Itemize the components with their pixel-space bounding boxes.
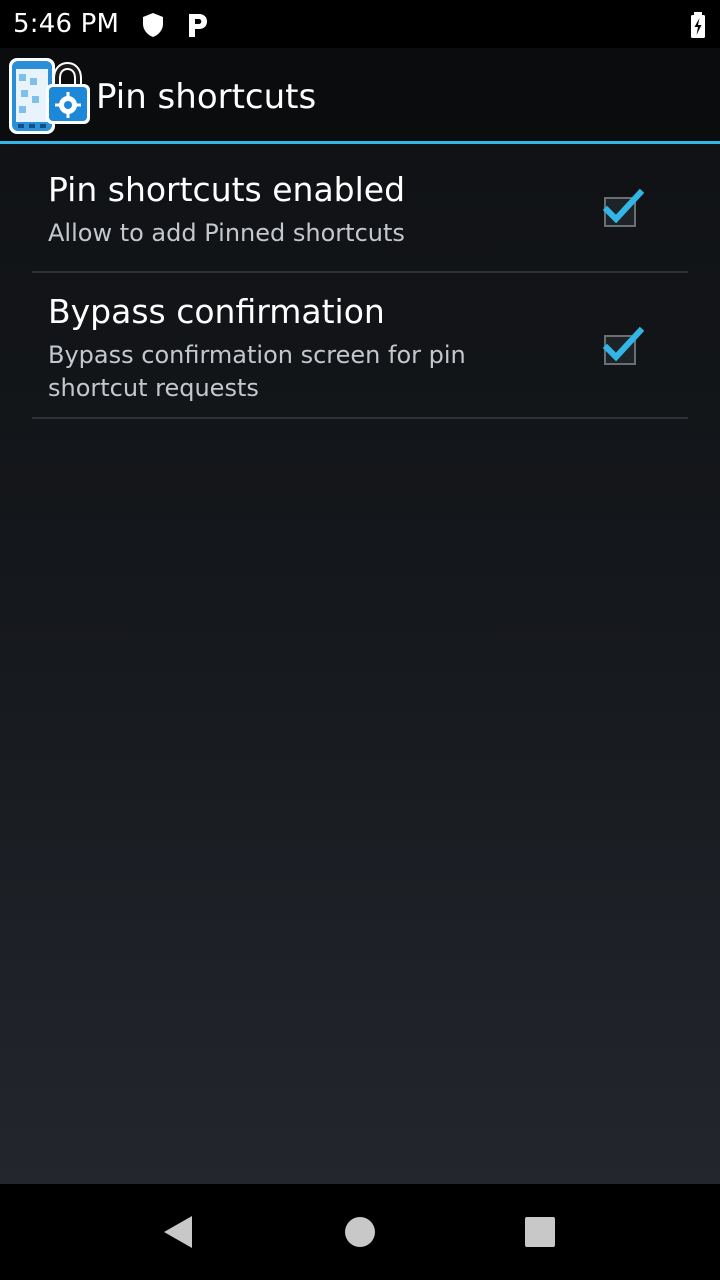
status-time: 5:46 PM — [13, 9, 120, 39]
pref-title: Pin shortcuts enabled — [48, 170, 406, 209]
pref-title: Bypass confirmation — [48, 292, 385, 331]
page-title: Pin shortcuts — [96, 77, 317, 117]
pin-shortcuts-enabled-checkbox[interactable] — [598, 186, 644, 232]
back-icon[interactable] — [148, 1202, 208, 1262]
shield-icon — [138, 10, 168, 40]
pref-summary: Bypass confirmation screen for pin short… — [48, 341, 466, 402]
p-icon — [182, 10, 212, 40]
pref-divider — [32, 271, 688, 273]
pref-pin-shortcuts-enabled[interactable]: Pin shortcuts enabled Allow to add Pinne… — [32, 164, 688, 270]
pref-bypass-confirmation[interactable]: Bypass confirmation Bypass confirmation … — [32, 286, 688, 416]
status-bar: 5:46 PM — [0, 0, 720, 48]
home-icon[interactable] — [330, 1202, 390, 1262]
pref-summary: Allow to add Pinned shortcuts — [48, 219, 405, 247]
app-phone-lock-icon[interactable] — [6, 56, 92, 136]
navigation-bar — [0, 1184, 720, 1280]
bypass-confirmation-checkbox[interactable] — [598, 324, 644, 370]
pref-divider — [32, 417, 688, 419]
battery-charging-icon — [684, 10, 712, 40]
recents-icon[interactable] — [510, 1202, 570, 1262]
